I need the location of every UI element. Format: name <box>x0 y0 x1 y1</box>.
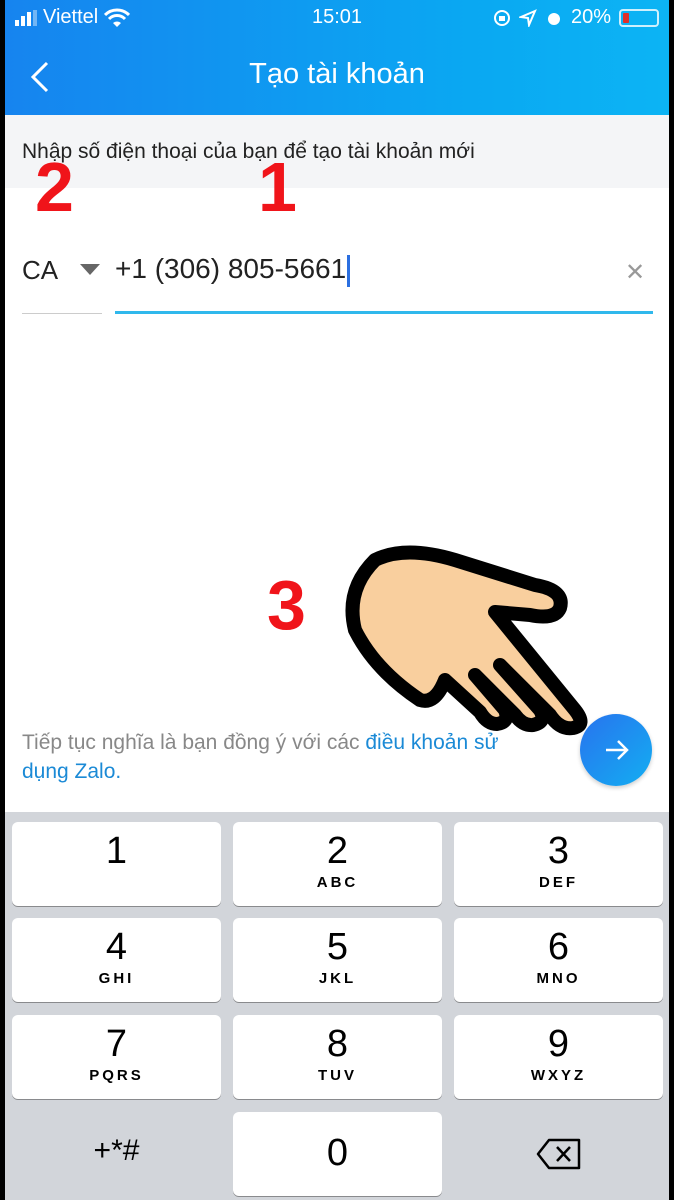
country-underline <box>22 313 102 314</box>
location-icon <box>518 8 537 27</box>
annotation-1: 1 <box>258 148 297 226</box>
close-icon[interactable]: ✕ <box>625 258 645 287</box>
screen: Viettel 15:01 20% Tạo tài khoản Nhập số … <box>5 0 669 1200</box>
key-letters: JKL <box>318 970 357 987</box>
battery-percent: 20% <box>570 6 611 28</box>
key-2[interactable]: 2 ABC <box>233 822 442 906</box>
key-digit: 6 <box>547 926 570 968</box>
key-letters: GHI <box>98 970 135 987</box>
backspace-key[interactable] <box>454 1112 663 1196</box>
key-0[interactable]: 0 <box>233 1112 442 1196</box>
terms-text: Tiếp tục nghĩa là bạn đồng ý với các điề… <box>22 728 522 786</box>
key-digit: 4 <box>105 926 128 968</box>
instruction-text: Nhập số điện thoại của bạn để tạo tài kh… <box>5 115 669 188</box>
battery-icon <box>619 8 659 27</box>
caret-down-icon[interactable] <box>80 264 100 275</box>
key-symbols[interactable]: +*# <box>12 1112 221 1196</box>
country-code-select[interactable]: CA <box>22 255 58 286</box>
key-letters: ABC <box>316 874 359 891</box>
key-digit: 8 <box>326 1023 349 1065</box>
text-cursor <box>347 254 351 287</box>
pointing-hand-icon <box>345 545 588 736</box>
key-3[interactable]: 3 DEF <box>454 822 663 906</box>
key-5[interactable]: 5 JKL <box>233 918 442 1002</box>
app-header: Viettel 15:01 20% Tạo tài khoản <box>5 0 669 115</box>
key-1[interactable]: 1 <box>12 822 221 906</box>
key-digit: 2 <box>326 830 349 872</box>
key-8[interactable]: 8 TUV <box>233 1015 442 1099</box>
rotation-lock-icon <box>493 9 510 26</box>
arrow-right-icon <box>606 740 629 760</box>
key-6[interactable]: 6 MNO <box>454 918 663 1002</box>
phone-underline <box>115 311 653 314</box>
numeric-keypad: 1 2 ABC 3 DEF 4 GHI 5 JKL 6 MNO 7 PQRS 8 TUV 9 W… <box>5 812 669 1200</box>
annotation-2: 2 <box>35 148 74 226</box>
key-digit: 0 <box>326 1132 349 1174</box>
phone-value: +1 (306) 805-5661 <box>115 253 347 284</box>
status-bar: Viettel 15:01 20% <box>5 6 669 34</box>
annotation-3: 3 <box>267 566 306 644</box>
key-letters: MNO <box>536 970 581 987</box>
key-digit: 7 <box>105 1023 128 1065</box>
key-digit: +*# <box>93 1134 140 1167</box>
backspace-icon <box>536 1138 580 1170</box>
key-7[interactable]: 7 PQRS <box>12 1015 221 1099</box>
key-letters: DEF <box>539 874 578 891</box>
key-digit: 3 <box>547 830 570 872</box>
page-title: Tạo tài khoản <box>249 58 425 90</box>
key-9[interactable]: 9 WXYZ <box>454 1015 663 1099</box>
key-letters: PQRS <box>89 1067 144 1084</box>
key-digit: 1 <box>105 830 128 872</box>
terms-prefix: Tiếp tục nghĩa là bạn đồng ý với các <box>22 731 366 754</box>
key-letters: TUV <box>318 1067 357 1084</box>
key-digit: 5 <box>326 926 349 968</box>
next-button[interactable] <box>580 714 652 786</box>
alarm-icon <box>547 12 560 25</box>
key-4[interactable]: 4 GHI <box>12 918 221 1002</box>
phone-input[interactable]: +1 (306) 805-5661 <box>115 253 351 287</box>
key-letters: WXYZ <box>530 1067 587 1084</box>
key-digit: 9 <box>547 1023 570 1065</box>
